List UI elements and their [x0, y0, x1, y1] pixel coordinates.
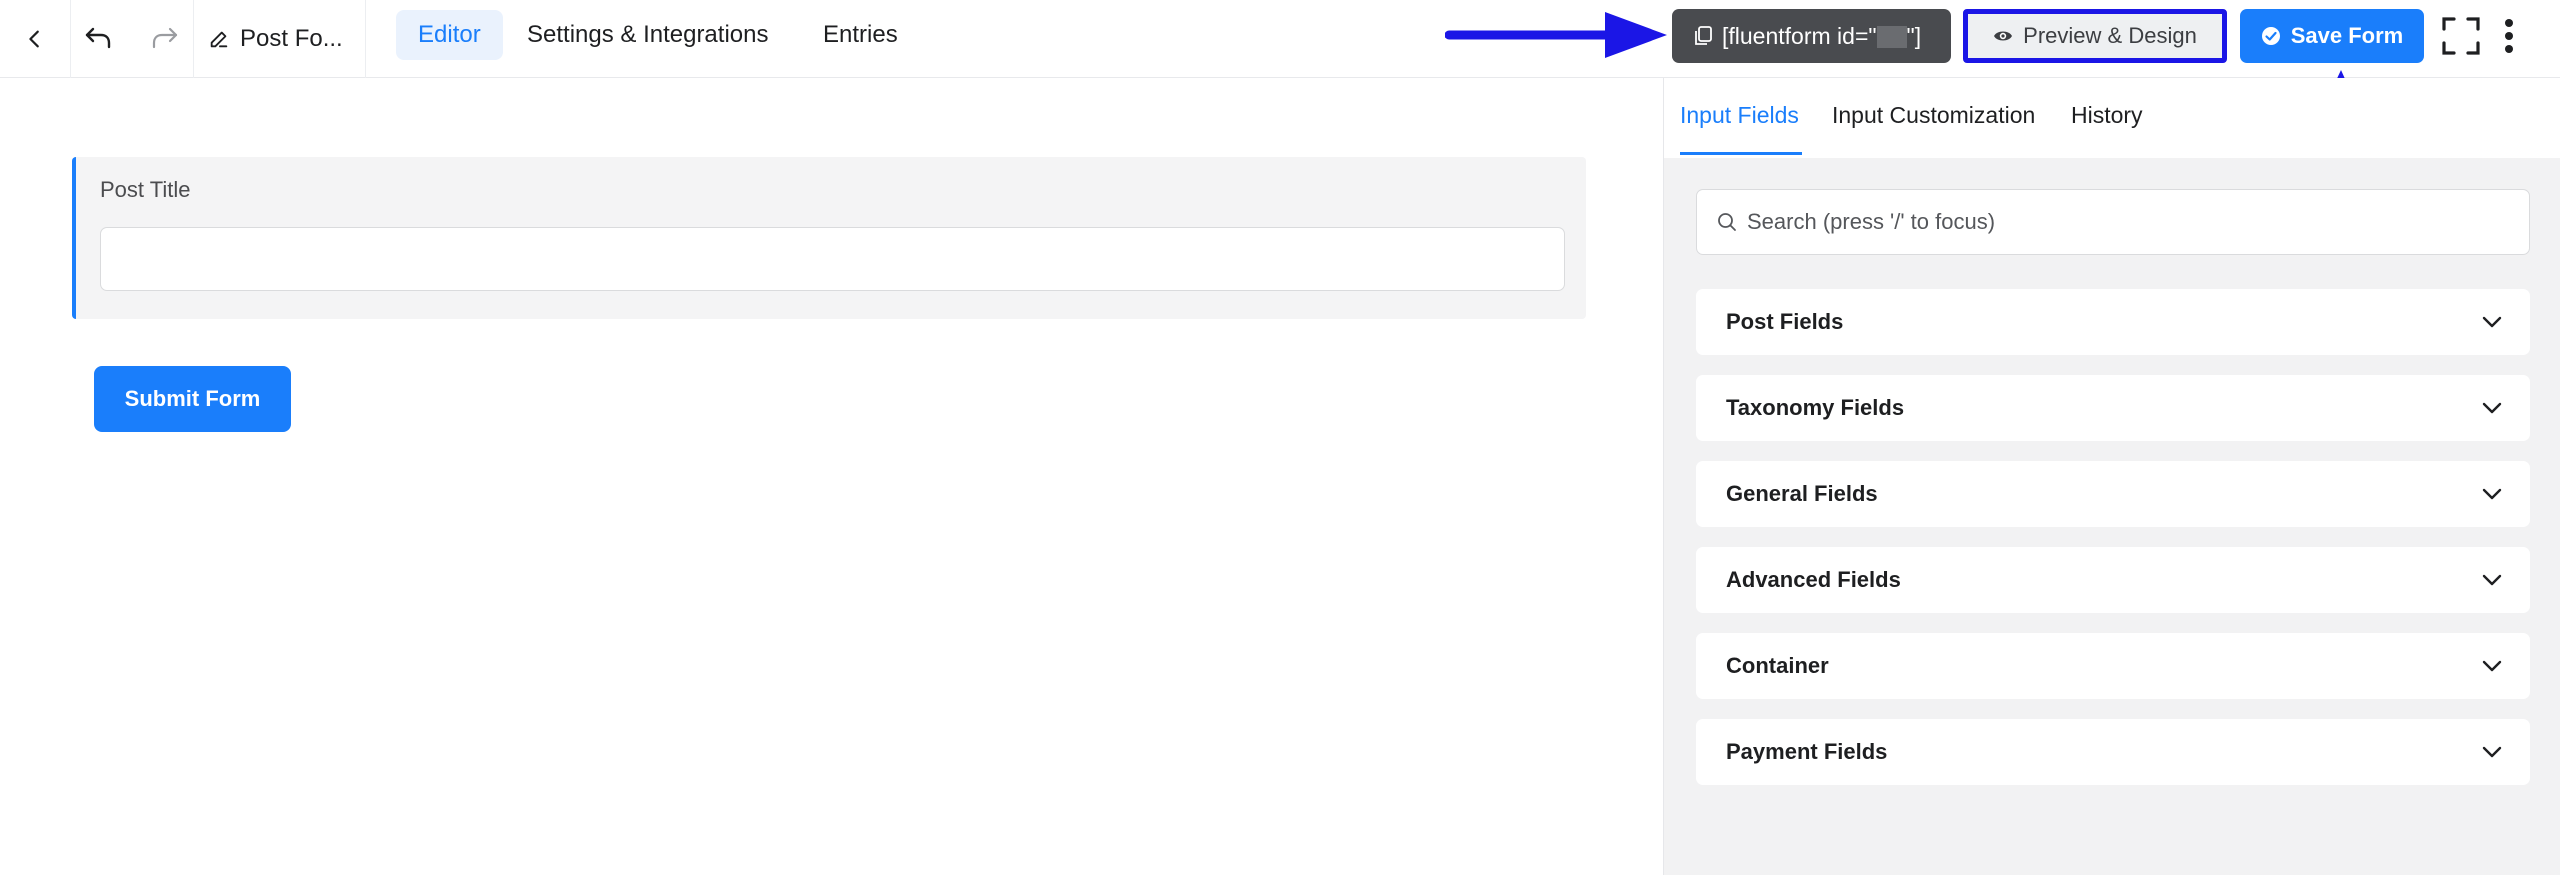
form-title-text: Post Fo... [240, 25, 343, 52]
chevron-down-icon [2482, 488, 2502, 500]
fullscreen-button[interactable] [2440, 14, 2482, 58]
copy-icon [1695, 26, 1712, 45]
search-icon [1718, 213, 1736, 231]
undo-button[interactable] [72, 0, 124, 78]
tab-entries[interactable]: Entries [801, 10, 920, 60]
tab-history[interactable]: History [2071, 102, 2143, 129]
fields-panel: Input Fields Input Customization History… [1663, 78, 2560, 875]
top-toolbar: Post Fo... Editor Settings & Integration… [0, 0, 2560, 78]
save-form-button[interactable]: Save Form [2240, 9, 2424, 63]
field-search-input[interactable] [1747, 209, 2507, 235]
toolbar-divider [70, 0, 71, 78]
tab-settings-integrations[interactable]: Settings & Integrations [505, 10, 790, 60]
tab-editor[interactable]: Editor [396, 10, 503, 60]
submit-form-button[interactable]: Submit Form [94, 366, 291, 432]
tab-input-customization[interactable]: Input Customization [1832, 102, 2035, 129]
group-label: Container [1726, 653, 1829, 678]
eye-icon [1994, 31, 2013, 41]
undo-icon [85, 27, 111, 49]
tab-input-fields[interactable]: Input Fields [1680, 102, 1799, 129]
toolbar-divider [365, 0, 366, 78]
group-label: Taxonomy Fields [1726, 395, 1905, 420]
shortcode-copy-button[interactable]: [fluentform id=" "] [1672, 9, 1951, 63]
post-title-label: Post Title [100, 177, 191, 202]
active-tab-indicator [1680, 152, 1802, 155]
group-label: Post Fields [1726, 309, 1844, 334]
annotation-arrow-right [1445, 12, 1667, 58]
chevron-down-icon [2482, 316, 2502, 328]
save-form-label: Save Form [2290, 23, 2404, 48]
preview-design-button[interactable]: Preview & Design [1963, 9, 2227, 63]
chevron-down-icon [2482, 574, 2502, 586]
shortcode-text: [fluentform id=" "] [1722, 22, 1922, 49]
group-post-fields[interactable]: Post Fields [1696, 289, 2530, 355]
chevron-down-icon [2482, 402, 2502, 414]
field-search-box[interactable] [1696, 189, 2530, 255]
group-label: Advanced Fields [1726, 567, 1901, 592]
chevron-down-icon [2482, 746, 2502, 758]
post-title-input[interactable] [100, 227, 1565, 291]
group-payment-fields[interactable]: Payment Fields [1696, 719, 2530, 785]
check-circle-icon [2261, 27, 2280, 45]
redo-icon [152, 27, 178, 49]
pencil-icon [210, 31, 228, 48]
group-advanced-fields[interactable]: Advanced Fields [1696, 547, 2530, 613]
post-title-field[interactable]: Post Title [72, 157, 1586, 319]
group-taxonomy-fields[interactable]: Taxonomy Fields [1696, 375, 2530, 441]
toolbar-divider [193, 0, 194, 78]
group-container[interactable]: Container [1696, 633, 2530, 699]
chevron-left-icon [29, 30, 39, 48]
group-general-fields[interactable]: General Fields [1696, 461, 2530, 527]
form-title[interactable]: Post Fo... [208, 0, 343, 78]
more-options-button[interactable] [2494, 14, 2524, 58]
preview-design-label: Preview & Design [2023, 23, 2197, 48]
redacted-id [1876, 26, 1907, 49]
panel-tabs: Input Fields Input Customization History [1664, 78, 2560, 158]
chevron-down-icon [2482, 660, 2502, 672]
kebab-menu-icon [2505, 19, 2513, 53]
group-label: Payment Fields [1726, 739, 1888, 764]
back-button[interactable] [10, 0, 60, 78]
fullscreen-icon [2442, 17, 2480, 55]
group-label: General Fields [1726, 481, 1878, 506]
redo-button[interactable] [140, 0, 190, 78]
